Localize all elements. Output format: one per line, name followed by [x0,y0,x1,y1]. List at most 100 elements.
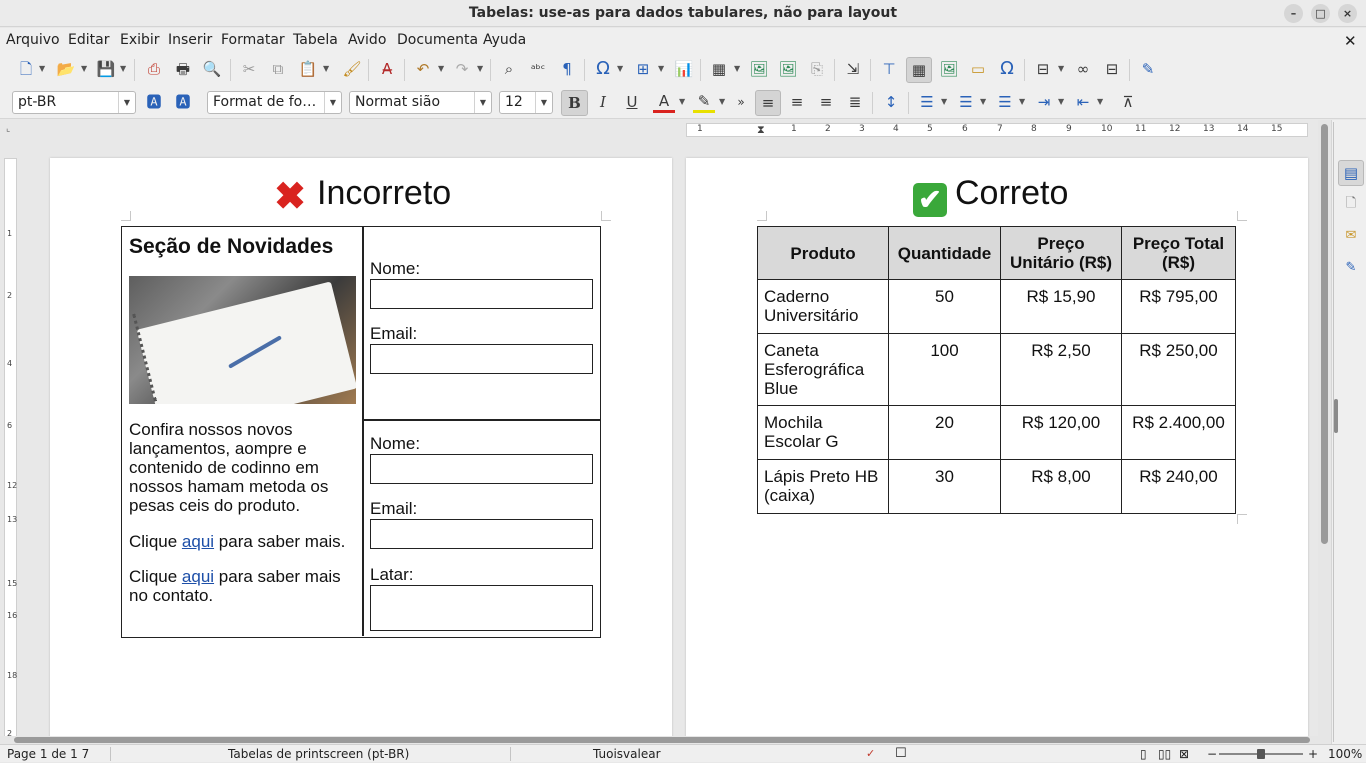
cell-quantidade[interactable]: 20 [888,405,1001,460]
export-pdf-icon[interactable]: ⎙ [143,58,165,80]
image-icon[interactable]: 🖼 [938,58,960,80]
insert-image2-icon[interactable]: 🖼 [777,58,799,80]
new-document-icon[interactable]: 🗋 [15,58,37,80]
redo-dropdown-icon[interactable]: ▼ [477,58,485,80]
indent-marker-icon[interactable]: ⧗ [757,123,765,137]
spellcheck-status-icon[interactable]: ✓ [866,745,875,763]
zoom-out-icon[interactable]: − [1207,745,1217,763]
horizontal-scroll-thumb[interactable] [14,737,1310,743]
cell-produto[interactable]: Mochila Escolar G [757,405,889,460]
highlight-icon[interactable]: ✎ [693,91,715,113]
undo-icon[interactable]: ↶ [412,58,434,80]
print-preview-icon[interactable]: 🔍 [201,58,223,80]
zoom-in-icon[interactable]: + [1308,745,1318,763]
cell-preco-total[interactable]: R$ 250,00 [1121,333,1236,406]
properties-icon[interactable]: ▤ [1338,160,1364,186]
paste-dropdown-icon[interactable]: ▼ [323,58,331,80]
underline-button[interactable]: U [621,91,643,113]
cell-preco-unitario[interactable]: R$ 15,90 [1000,279,1122,334]
book-view-icon[interactable]: ⊠ [1179,745,1189,763]
indent-dropdown-icon[interactable]: ▼ [1058,91,1066,113]
cell-produto[interactable]: Caderno Universitário [757,279,889,334]
cell-preco-unitario[interactable]: R$ 2,50 [1000,333,1122,406]
multi-page-view-icon[interactable]: ▯▯ [1158,745,1171,763]
email-field-1[interactable] [370,344,593,374]
font-color-icon[interactable]: A [653,91,675,113]
manage-changes-icon[interactable]: ✎ [1340,257,1362,279]
maximize-button[interactable]: □ [1311,4,1330,23]
cell-preco-unitario[interactable]: R$ 120,00 [1000,405,1122,460]
spelling-icon[interactable]: ᵃᵇᶜ [527,58,549,80]
cell-preco-unitario[interactable]: R$ 8,00 [1000,459,1122,514]
new-style-icon[interactable]: 🅰 [172,91,194,113]
header-quantidade[interactable]: Quantidade [888,226,1001,280]
decrease-indent-icon[interactable]: ⇤ [1072,91,1094,113]
hyperlink-icon[interactable]: ∞ [1072,58,1094,80]
numbered-dropdown-icon[interactable]: ▼ [980,91,988,113]
name-field-2[interactable] [370,454,593,484]
special-character-icon[interactable]: Ω [592,58,614,80]
cell-produto[interactable]: Lápis Preto HB (caixa) [757,459,889,514]
bullet-dropdown-icon[interactable]: ▼ [941,91,949,113]
outline-list-icon[interactable]: ☰ [994,91,1016,113]
footnote-icon[interactable]: ⊟ [1101,58,1123,80]
new-dropdown-icon[interactable]: ▼ [39,58,47,80]
print-icon[interactable]: 🖶 [172,58,194,80]
header-dropdown-icon[interactable]: ▼ [1058,58,1066,80]
cut-icon[interactable]: ✂ [238,58,260,80]
insert-mode[interactable]: Tuoisvalear [593,745,661,763]
selection-mode-icon[interactable]: ☐ [895,745,907,763]
text-direction-icon[interactable]: ⊤ [878,58,900,80]
paragraph-style-combo[interactable]: Format de fo… ▼ [207,91,342,114]
menu-arquivo[interactable]: Arquivo [6,32,60,48]
menu-editar[interactable]: Editar [68,32,109,48]
redo-icon[interactable]: ↷ [451,58,473,80]
bold-button[interactable]: B [561,90,588,116]
vertical-scroll-thumb[interactable] [1321,124,1328,544]
styles-icon[interactable]: ✉ [1340,225,1362,247]
cell-preco-total[interactable]: R$ 2.400,00 [1121,405,1236,460]
menu-avido[interactable]: Avido [348,32,386,48]
horizontal-scrollbar[interactable] [0,736,1318,744]
font-color-dropdown-icon[interactable]: ▼ [679,91,687,113]
header-preco-unitario[interactable]: Preço Unitário (R$) [1000,226,1122,280]
formatting-marks-icon[interactable]: ¶ [556,58,578,80]
insert-image-icon[interactable]: 🖼 [748,58,770,80]
numbered-list-icon[interactable]: ☰ [955,91,977,113]
font-size-combo[interactable]: 12 ▼ [499,91,553,114]
zoom-slider-handle[interactable] [1257,749,1265,759]
font-name-combo[interactable]: Normat sião ▼ [349,91,492,114]
clear-formatting-icon[interactable]: A̶ [376,58,398,80]
insert-field-icon[interactable]: ⊞ [632,58,654,80]
align-center-icon[interactable]: ≡ [786,91,808,113]
open-dropdown-icon[interactable]: ▼ [81,58,89,80]
cell-preco-total[interactable]: R$ 795,00 [1121,279,1236,334]
single-page-view-icon[interactable]: ▯ [1140,745,1147,763]
undo-dropdown-icon[interactable]: ▼ [438,58,446,80]
save-dropdown-icon[interactable]: ▼ [120,58,128,80]
tab-stop-icon[interactable]: ⌞ [6,124,10,134]
header-preco-total[interactable]: Preço Total (R$) [1121,226,1236,280]
italic-button[interactable]: I [592,91,614,113]
header-produto[interactable]: Produto [757,226,889,280]
paste-icon[interactable]: 📋 [297,58,319,80]
highlight-dropdown-icon[interactable]: ▼ [719,91,727,113]
language-combo[interactable]: pt-BR ▼ [12,91,136,114]
cell-quantidade[interactable]: 30 [888,459,1001,514]
cell-preco-total[interactable]: R$ 240,00 [1121,459,1236,514]
horizontal-ruler[interactable]: ⧗ 1 1 2 3 4 5 6 7 8 9 10 11 12 13 14 15 [686,123,1308,137]
vertical-scrollbar[interactable] [1318,120,1331,744]
table-dropdown-icon[interactable]: ▼ [734,58,742,80]
cell-quantidade[interactable]: 100 [888,333,1001,406]
menu-documenta[interactable]: Documenta [397,32,478,48]
insert-table-icon[interactable]: ▦ [708,58,730,80]
data-table[interactable]: Produto Quantidade Preço Unitário (R$) P… [757,226,1236,514]
menu-inserir[interactable]: Inserir [168,32,212,48]
decrease-dropdown-icon[interactable]: ▼ [1097,91,1105,113]
special-char-dropdown-icon[interactable]: ▼ [617,58,625,80]
extra-field[interactable] [370,585,593,631]
increase-indent-icon[interactable]: ⇥ [1033,91,1055,113]
field-dropdown-icon[interactable]: ▼ [658,58,666,80]
draw-icon[interactable]: ✎ [1137,58,1159,80]
text-box-icon[interactable]: ▭ [967,58,989,80]
